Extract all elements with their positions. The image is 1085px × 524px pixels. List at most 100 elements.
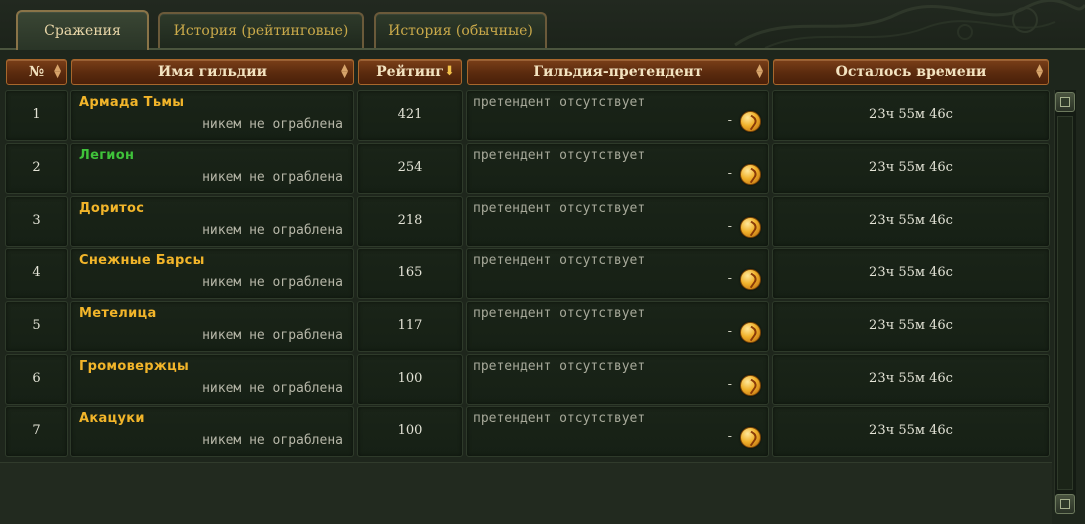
candidate-text: претендент отсутствует (473, 201, 646, 216)
guild-name-link[interactable]: Доритос (79, 201, 144, 216)
gold-coin-icon[interactable] (740, 375, 761, 396)
guild-name-link[interactable]: Акацуки (79, 411, 145, 426)
scroll-down-button[interactable] (1055, 494, 1075, 514)
name-cell: Громовержцы никем не ограблена (70, 354, 354, 405)
time-cell: 23ч 55м 46с (772, 196, 1050, 247)
sort-icon: ▲ ▼ (1036, 63, 1043, 80)
time-remaining: 23ч 55м 46с (869, 213, 953, 228)
candidate-value: - (727, 429, 732, 444)
guild-status: никем не ограблена (202, 433, 343, 448)
row-number: 2 (32, 160, 41, 175)
num-cell: 3 (5, 196, 68, 247)
candidate-cell: претендент отсутствует - (466, 354, 769, 405)
rating-cell: 165 (357, 248, 463, 299)
guild-name-link[interactable]: Снежные Барсы (79, 253, 205, 268)
candidate-text: претендент отсутствует (473, 148, 646, 163)
time-remaining: 23ч 55м 46с (869, 265, 953, 280)
rating-value: 254 (397, 160, 423, 175)
guild-status: никем не ограблена (202, 381, 343, 396)
gold-coin-icon[interactable] (740, 164, 761, 185)
name-cell: Акацуки никем не ограблена (70, 406, 354, 457)
tab-battles[interactable]: Сражения (16, 10, 149, 50)
candidate-value: - (727, 219, 732, 234)
num-cell: 5 (5, 301, 68, 352)
guild-status: никем не ограблена (202, 223, 343, 238)
time-cell: 23ч 55м 46с (772, 143, 1050, 194)
name-cell: Снежные Барсы никем не ограблена (70, 248, 354, 299)
guild-status: никем не ограблена (202, 117, 343, 132)
rating-value: 100 (397, 423, 423, 438)
rating-cell: 100 (357, 354, 463, 405)
num-cell: 7 (5, 406, 68, 457)
guild-name-link[interactable]: Армада Тьмы (79, 95, 184, 110)
column-header-label: Имя гильдии (157, 64, 268, 80)
name-cell: Армада Тьмы никем не ограблена (70, 90, 354, 141)
candidate-cell: претендент отсутствует - (466, 90, 769, 141)
column-header-name[interactable]: Имя гильдии ▲ ▼ (71, 59, 354, 85)
scroll-thumb[interactable] (1057, 116, 1073, 490)
time-remaining: 23ч 55м 46с (869, 423, 953, 438)
table-row[interactable]: 4 Снежные Барсы никем не ограблена 165 п… (0, 248, 1085, 300)
candidate-value: - (727, 271, 732, 286)
gold-coin-icon[interactable] (740, 111, 761, 132)
table-row[interactable]: 7 Акацуки никем не ограблена 100 претенд… (0, 406, 1085, 458)
rating-value: 165 (397, 265, 423, 280)
rating-cell: 117 (357, 301, 463, 352)
row-number: 5 (32, 318, 41, 333)
scroll-up-icon (1060, 97, 1070, 107)
rating-cell: 100 (357, 406, 463, 457)
tab-history-normal[interactable]: История (обычные) (374, 12, 547, 48)
sort-desc-icon: ⬇ (444, 64, 455, 79)
time-remaining: 23ч 55м 46с (869, 318, 953, 333)
time-cell: 23ч 55м 46с (772, 354, 1050, 405)
sort-icon: ▲ ▼ (341, 63, 348, 80)
rating-cell: 218 (357, 196, 463, 247)
gold-coin-icon[interactable] (740, 427, 761, 448)
column-header-rating[interactable]: Рейтинг ⬇ (358, 59, 462, 85)
time-remaining: 23ч 55м 46с (869, 160, 953, 175)
candidate-cell: претендент отсутствует - (466, 196, 769, 247)
gold-coin-icon[interactable] (740, 322, 761, 343)
guild-name-link[interactable]: Громовержцы (79, 359, 189, 374)
candidate-text: претендент отсутствует (473, 253, 646, 268)
sort-icon: ▲ ▼ (756, 63, 763, 80)
guild-status: никем не ограблена (202, 170, 343, 185)
ornament-icon (734, 0, 1085, 49)
table-row[interactable]: 3 Доритос никем не ограблена 218 претенд… (0, 196, 1085, 248)
column-header-num[interactable]: № ▲ ▼ (6, 59, 67, 85)
candidate-value: - (727, 377, 732, 392)
tab-label: История (рейтинговые) (173, 23, 349, 39)
row-number: 4 (32, 265, 41, 280)
guild-name-link[interactable]: Метелица (79, 306, 157, 321)
guild-status: никем не ограблена (202, 275, 343, 290)
column-header-label: Гильдия-претендент (533, 64, 703, 80)
candidate-text: претендент отсутствует (473, 95, 646, 110)
rating-value: 100 (397, 371, 423, 386)
column-header-time[interactable]: Осталось времени ▲ ▼ (773, 59, 1049, 85)
gold-coin-icon[interactable] (740, 217, 761, 238)
time-cell: 23ч 55м 46с (772, 301, 1050, 352)
table-row[interactable]: 1 Армада Тьмы никем не ограблена 421 пре… (0, 90, 1085, 142)
guild-status: никем не ограблена (202, 328, 343, 343)
name-cell: Легион никем не ограблена (70, 143, 354, 194)
scroll-up-button[interactable] (1055, 92, 1075, 112)
candidate-text: претендент отсутствует (473, 306, 646, 321)
row-number: 6 (32, 371, 41, 386)
scroll-down-icon (1060, 499, 1070, 509)
table-row[interactable]: 5 Метелица никем не ограблена 117 претен… (0, 301, 1085, 353)
tab-label: Сражения (44, 23, 121, 39)
time-remaining: 23ч 55м 46с (869, 371, 953, 386)
table-row[interactable]: 6 Громовержцы никем не ограблена 100 пре… (0, 354, 1085, 406)
gold-coin-icon[interactable] (740, 269, 761, 290)
sort-icon: ▲ ▼ (54, 63, 61, 80)
candidate-cell: претендент отсутствует - (466, 143, 769, 194)
table-footer (0, 462, 1052, 524)
rating-cell: 254 (357, 143, 463, 194)
tab-history-rated[interactable]: История (рейтинговые) (158, 12, 364, 48)
table-row[interactable]: 2 Легион никем не ограблена 254 претенде… (0, 143, 1085, 195)
column-header-candidate[interactable]: Гильдия-претендент ▲ ▼ (467, 59, 769, 85)
tab-label: История (обычные) (388, 23, 533, 39)
rating-value: 421 (397, 107, 423, 122)
guild-name-link[interactable]: Легион (79, 148, 134, 163)
row-number: 1 (32, 107, 41, 122)
